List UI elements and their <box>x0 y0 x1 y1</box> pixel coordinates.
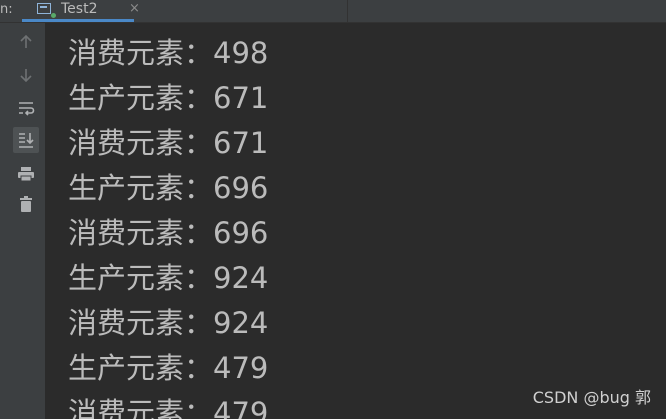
console-output[interactable]: 消费元素：498 生产元素：671 消费元素：671 生产元素：696 消费元素… <box>46 23 666 419</box>
running-indicator-icon <box>51 13 56 18</box>
console-line: 消费元素：924 <box>68 306 269 340</box>
run-label: n: <box>0 2 13 17</box>
down-arrow-icon[interactable] <box>13 62 39 88</box>
console-line: 消费元素：696 <box>68 216 269 250</box>
up-arrow-icon[interactable] <box>13 29 39 55</box>
console-line: 生产元素：671 <box>68 81 269 115</box>
console-line: 生产元素：924 <box>68 261 269 295</box>
tab-test2[interactable]: Test2 × <box>22 0 140 22</box>
console-line: 消费元素：498 <box>68 36 269 70</box>
console-line: 生产元素：479 <box>68 351 269 385</box>
soft-wrap-icon[interactable] <box>13 95 39 121</box>
console-line: 生产元素：696 <box>68 171 269 205</box>
console-line: 消费元素：671 <box>68 126 269 160</box>
scroll-to-end-icon[interactable] <box>13 127 39 153</box>
csdn-watermark: CSDN @bug 郭 <box>532 388 651 407</box>
close-icon[interactable]: × <box>129 1 140 16</box>
tab-divider <box>347 0 348 22</box>
console-line: 消费元素：479 <box>68 396 269 419</box>
tab-title: Test2 <box>61 1 98 17</box>
run-tab-bar: n: Test2 × <box>0 0 666 23</box>
trash-icon[interactable] <box>13 191 39 217</box>
console-icon <box>37 3 51 14</box>
print-icon[interactable] <box>13 161 39 187</box>
console-toolbar <box>0 23 45 419</box>
